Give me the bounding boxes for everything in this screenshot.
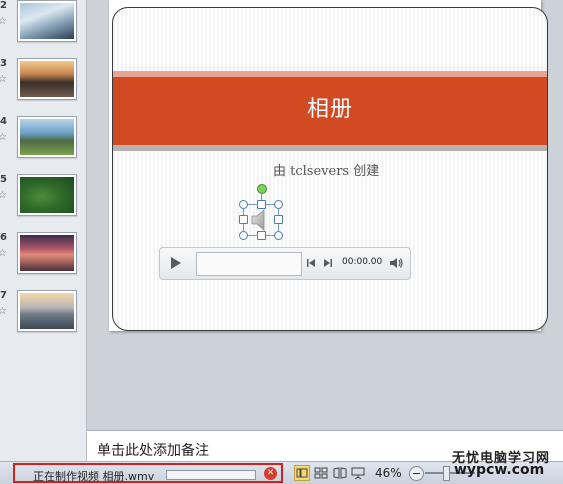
resize-handle[interactable]	[257, 200, 266, 209]
video-export-status: 正在制作视频 相册.wmv ✕	[13, 463, 283, 483]
slide-number: 5	[0, 174, 7, 185]
slide-frame: 相册 由 tclsevers 创建 00:00.00	[112, 7, 548, 331]
audio-object[interactable]	[239, 200, 283, 240]
media-time: 00:00.00	[342, 257, 383, 267]
slide-thumbnail-image[interactable]	[17, 232, 77, 274]
video-export-progress-bar	[166, 470, 256, 480]
slide-thumbnail-pane[interactable]: 2 ☆ 3 ☆ 4 ☆ 5 ☆ 6 ☆ 7 ☆	[0, 0, 87, 461]
slide-sorter-icon[interactable]	[313, 465, 329, 481]
slide-number: 7	[0, 290, 7, 301]
notes-placeholder[interactable]: 单击此处添加备注	[97, 440, 209, 460]
slide-thumbnail-5[interactable]: 5 ☆	[0, 174, 86, 222]
reading-view-icon[interactable]	[332, 465, 348, 481]
normal-view-glyph	[296, 468, 308, 478]
minus-glyph	[413, 473, 420, 474]
resize-handle[interactable]	[274, 231, 283, 240]
zoom-slider-thumb[interactable]	[443, 466, 450, 481]
slide-canvas[interactable]: 相册 由 tclsevers 创建 00:00.00	[109, 0, 548, 331]
slide-thumbnail-image[interactable]	[17, 58, 77, 100]
slide-thumbnail-image[interactable]	[17, 174, 77, 216]
animation-star-icon: ☆	[0, 16, 7, 27]
cancel-icon[interactable]: ✕	[264, 467, 277, 480]
volume-icon[interactable]	[388, 255, 404, 271]
slide-number: 2	[0, 0, 7, 11]
slide-number: 6	[0, 232, 7, 243]
media-player-bar: 00:00.00	[159, 247, 411, 280]
slide-thumbnail-image[interactable]	[17, 0, 77, 42]
slide-editor[interactable]: 相册 由 tclsevers 创建 00:00.00	[87, 0, 563, 429]
media-progress-bar[interactable]	[196, 252, 302, 276]
slide-thumbnail-image[interactable]	[17, 290, 77, 332]
next-icon[interactable]	[321, 257, 333, 269]
play-icon[interactable]	[164, 253, 186, 273]
animation-star-icon: ☆	[0, 248, 7, 259]
slide-number: 3	[0, 58, 7, 69]
zoom-level[interactable]: 46%	[375, 466, 402, 480]
slide-number: 4	[0, 116, 7, 127]
slide-thumbnail-6[interactable]: 6 ☆	[0, 232, 86, 280]
animation-star-icon: ☆	[0, 74, 7, 85]
slide-thumbnail-7[interactable]: 7 ☆	[0, 290, 86, 338]
video-export-label: 正在制作视频 相册.wmv	[33, 470, 155, 483]
resize-handle[interactable]	[257, 231, 266, 240]
rotate-handle[interactable]	[257, 184, 267, 194]
zoom-out-icon[interactable]	[409, 466, 424, 481]
slide-thumbnail-4[interactable]: 4 ☆	[0, 116, 86, 164]
slide-thumbnail-2[interactable]: 2 ☆	[0, 0, 86, 48]
title-band: 相册	[113, 71, 547, 153]
title-band-bottom-stripe	[113, 145, 547, 151]
powerpoint-window: 2 ☆ 3 ☆ 4 ☆ 5 ☆ 6 ☆ 7 ☆ 相册 由 tclsevers 创…	[0, 0, 563, 484]
normal-view-icon[interactable]	[294, 465, 310, 481]
animation-star-icon: ☆	[0, 132, 7, 143]
resize-handle[interactable]	[239, 231, 248, 240]
slide-thumbnail-3[interactable]: 3 ☆	[0, 58, 86, 106]
animation-star-icon: ☆	[0, 190, 7, 201]
slide-title[interactable]: 相册	[113, 91, 547, 123]
previous-icon[interactable]	[306, 257, 318, 269]
resize-handle[interactable]	[274, 200, 283, 209]
slideshow-icon[interactable]	[350, 465, 366, 481]
animation-star-icon: ☆	[0, 306, 7, 317]
resize-handle[interactable]	[239, 215, 248, 224]
resize-handle[interactable]	[239, 200, 248, 209]
resize-handle[interactable]	[274, 215, 283, 224]
slide-subtitle[interactable]: 由 tclsevers 创建	[273, 160, 379, 179]
slide-thumbnail-image[interactable]	[17, 116, 77, 158]
watermark-url: wypcw.com	[454, 462, 545, 478]
